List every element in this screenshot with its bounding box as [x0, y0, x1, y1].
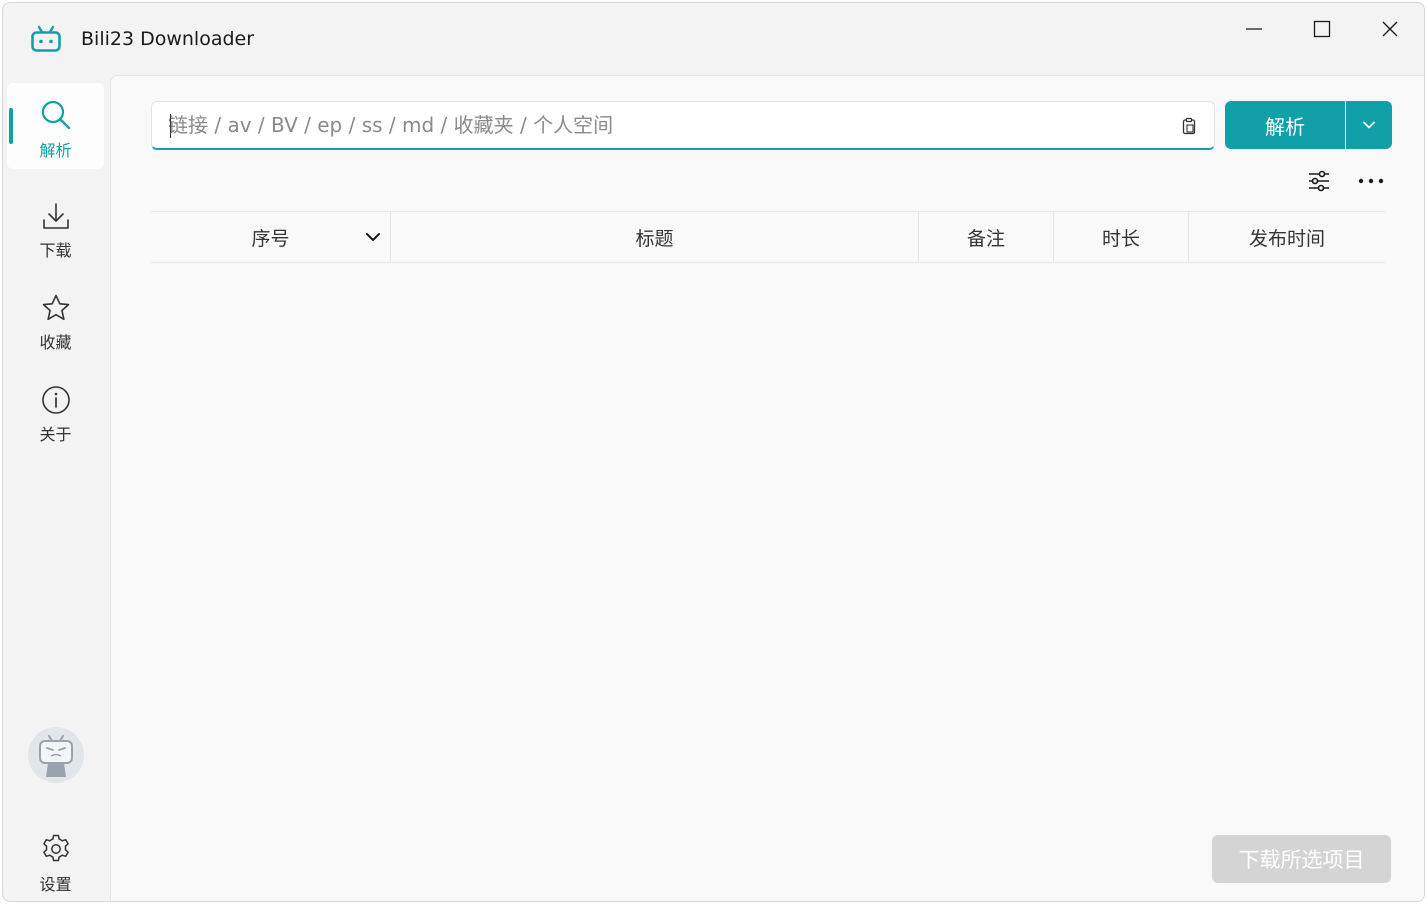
column-header-label: 发布时间 [1248, 227, 1325, 250]
gear-icon [42, 834, 69, 862]
app-title: Bili23 Downloader [81, 28, 255, 50]
sidebar-item-label: 设置 [39, 875, 72, 894]
more-button[interactable] [1357, 169, 1385, 193]
sidebar-item-about[interactable]: 关于 [7, 369, 104, 455]
title-bar: Bili23 Downloader [3, 3, 1424, 75]
search-box[interactable] [151, 101, 1215, 150]
avatar[interactable] [28, 727, 84, 783]
column-header-title[interactable]: 标题 [390, 212, 918, 262]
column-header-note[interactable]: 备注 [918, 212, 1053, 262]
column-header-duration[interactable]: 时长 [1053, 212, 1188, 262]
column-header-index[interactable]: 序号 [151, 212, 390, 262]
chevron-down-icon [1363, 121, 1375, 129]
column-header-label: 备注 [966, 227, 1005, 250]
close-icon [1382, 21, 1398, 37]
more-icon [1358, 178, 1384, 184]
minimize-button[interactable] [1231, 13, 1277, 45]
chevron-down-icon[interactable] [364, 228, 382, 246]
sliders-icon[interactable] [1307, 169, 1331, 193]
info-icon [41, 386, 70, 414]
main-content: 解析 序号 [110, 75, 1424, 901]
download-icon [42, 203, 69, 229]
minimize-icon [1246, 28, 1262, 30]
column-header-publish-time[interactable]: 发布时间 [1188, 212, 1385, 262]
star-icon [42, 294, 69, 321]
clipboard-icon[interactable] [1180, 117, 1198, 135]
parse-dropdown-button[interactable] [1346, 101, 1392, 149]
sidebar: 解析 下载 收藏 关于 设置 [3, 75, 110, 901]
maximize-button[interactable] [1299, 13, 1345, 45]
app-window: Bili23 Downloader 解析 下载 收藏 关于 设置 链接 / av… [2, 2, 1425, 902]
sidebar-item-label: 解析 [39, 141, 72, 160]
search-input[interactable] [168, 105, 1148, 145]
sidebar-item-settings[interactable]: 设置 [7, 817, 104, 901]
column-header-label: 序号 [251, 227, 290, 250]
active-indicator [9, 108, 13, 144]
parse-button[interactable]: 解析 [1225, 101, 1345, 149]
sidebar-item-label: 收藏 [39, 333, 72, 352]
sidebar-item-download[interactable]: 下载 [7, 185, 104, 271]
text-caret [170, 114, 171, 138]
sidebar-item-label: 关于 [39, 425, 72, 444]
download-selected-button[interactable]: 下载所选项目 [1212, 835, 1391, 883]
bilibili-avatar-icon [39, 735, 73, 777]
sidebar-item-label: 下载 [39, 241, 72, 260]
close-button[interactable] [1367, 13, 1413, 45]
table-header: 序号 标题 备注 时长 发布时间 [151, 211, 1385, 263]
column-header-label: 时长 [1101, 227, 1140, 250]
sidebar-item-parse[interactable]: 解析 [7, 83, 104, 169]
search-icon [41, 100, 70, 130]
sidebar-item-favorites[interactable]: 收藏 [7, 277, 104, 363]
maximize-icon [1313, 20, 1331, 38]
bilibili-tv-icon [31, 25, 61, 52]
column-header-label: 标题 [635, 227, 674, 250]
